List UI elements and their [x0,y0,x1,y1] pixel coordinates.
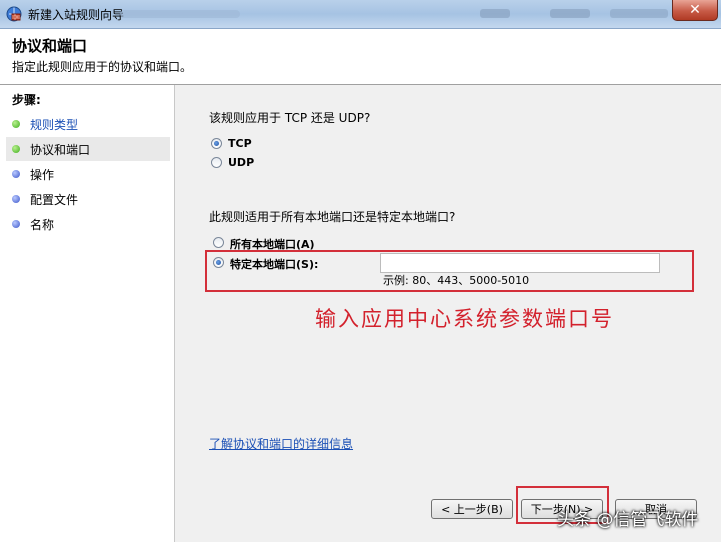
firewall-icon [6,6,22,22]
back-button-label: < 上一步(B) [441,503,503,516]
blurred-region [610,9,668,18]
step-label: 操作 [30,167,55,182]
step-rule-type[interactable]: 规则类型 [6,112,170,136]
step-action[interactable]: 操作 [6,162,170,186]
ports-question: 此规则适用于所有本地端口还是特定本地端口? [209,210,456,224]
status-dot-icon [12,120,20,128]
udp-label: UDP [228,156,255,169]
main-panel: 该规则应用于 TCP 还是 UDP? TCP UDP 此规则适用于所有本地端口还… [175,85,721,542]
ports-example: 示例: 80、443、5000-5010 [383,274,530,287]
wizard-header: 协议和端口 指定此规则应用于的协议和端口。 [0,29,721,85]
close-icon: ✕ [689,2,701,18]
annotation-text: 输入应用中心系统参数端口号 [315,307,614,331]
page-title: 协议和端口 [12,37,88,55]
tcp-option[interactable]: TCP [211,137,351,151]
specific-ports-option[interactable]: 特定本地端口(S): [213,256,393,271]
title-bar: 新建入站规则向导 ✕ [0,0,721,29]
status-dot-icon [12,220,20,228]
step-label: 规则类型 [30,117,79,132]
back-button[interactable]: < 上一步(B) [431,499,513,519]
help-link[interactable]: 了解协议和端口的详细信息 [209,435,353,452]
tcp-radio[interactable] [211,138,222,149]
all-ports-option[interactable]: 所有本地端口(A) [213,236,413,251]
all-ports-radio[interactable] [213,237,224,248]
status-dot-icon [12,170,20,178]
specific-ports-label: 特定本地端口(S): [230,258,319,271]
status-dot-icon [12,145,20,153]
steps-heading: 步骤: [12,93,41,107]
step-profile[interactable]: 配置文件 [6,187,170,211]
close-button[interactable]: ✕ [672,0,718,21]
blurred-region [480,9,510,18]
udp-radio[interactable] [211,157,222,168]
udp-option[interactable]: UDP [211,156,351,170]
step-label: 配置文件 [30,192,79,207]
status-dot-icon [12,195,20,203]
steps-pane: 步骤: 规则类型 协议和端口 操作 配置文件 名称 [0,85,175,542]
step-label: 名称 [30,217,55,232]
blurred-region [550,9,590,18]
page-subtitle: 指定此规则应用于的协议和端口。 [12,60,193,74]
watermark: 头条 @信管飞软件 [557,510,699,530]
specific-ports-input[interactable] [380,253,660,273]
specific-ports-radio[interactable] [213,257,224,268]
step-label: 协议和端口 [30,142,91,157]
step-name[interactable]: 名称 [6,212,170,236]
blurred-region [120,10,240,18]
protocol-question: 该规则应用于 TCP 还是 UDP? [209,111,371,125]
window-title: 新建入站规则向导 [28,8,125,22]
tcp-label: TCP [228,137,252,150]
step-protocol-ports[interactable]: 协议和端口 [6,137,170,161]
